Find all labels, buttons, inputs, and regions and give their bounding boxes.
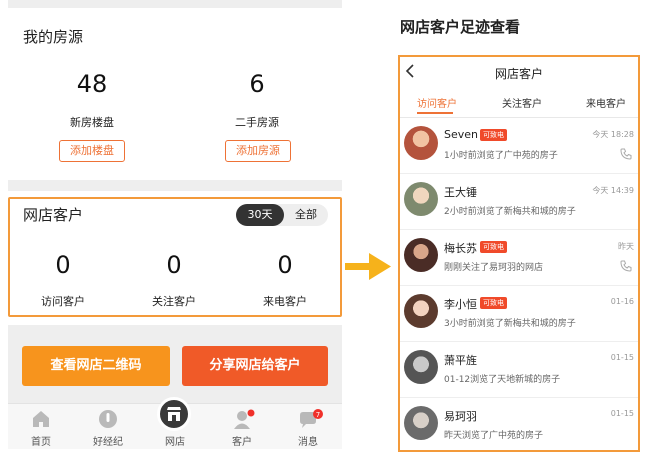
activity-time: 01-16 xyxy=(610,297,634,306)
view-qr-button[interactable]: 查看网店二维码 xyxy=(22,346,170,386)
add-listing-button[interactable]: 添加房源 xyxy=(225,140,291,162)
customer-activity: 01-12浏览了天地新城的房子 xyxy=(444,375,561,385)
activity-time: 01-15 xyxy=(610,409,634,418)
customer-activity: 2小时前浏览了新梅共和城的房子 xyxy=(444,207,576,217)
store-icon xyxy=(167,407,181,421)
avatar xyxy=(404,126,438,160)
tab-call-customers[interactable]: 来电客户 xyxy=(586,95,626,110)
activity-time: 今天 14:39 xyxy=(592,186,634,195)
tab-home-label: 首页 xyxy=(31,437,51,448)
callable-badge: 可致电 xyxy=(480,129,507,141)
phone-icon[interactable] xyxy=(620,148,632,160)
message-badge: 7 xyxy=(316,411,320,419)
customer-name: 王大锤 xyxy=(444,186,477,199)
customer-row[interactable]: Seven 可致电 1小时前浏览了广中苑的房子 今天 18:28 xyxy=(400,118,638,174)
store-button[interactable] xyxy=(157,397,191,431)
home-icon xyxy=(33,411,49,427)
customer-row[interactable]: 易珂羽 昨天浏览了广中苑的房子 01-15 xyxy=(400,398,638,450)
second-hand-label: 二手房源 xyxy=(235,116,279,129)
tab-visit-customers[interactable]: 访问客户 xyxy=(417,95,457,110)
page-heading: 网店客户足迹查看 xyxy=(400,18,521,36)
tab-customers[interactable]: 客户 xyxy=(212,404,272,450)
avatar xyxy=(404,406,438,440)
callable-badge: 可致电 xyxy=(480,241,507,253)
message-icon: 7 xyxy=(300,409,323,428)
second-hand-count: 6 xyxy=(249,70,265,98)
listings-title: 我的房源 xyxy=(23,28,84,46)
activity-time: 昨天 xyxy=(618,242,634,251)
tab-messages[interactable]: 7 消息 xyxy=(278,404,338,450)
period-all[interactable]: 全部 xyxy=(284,204,328,226)
avatar xyxy=(404,238,438,272)
tab-follow-customers[interactable]: 关注客户 xyxy=(502,95,542,110)
customer-name: Seven xyxy=(444,128,478,141)
tab-customers-label: 客户 xyxy=(232,437,252,448)
tab-home[interactable]: 首页 xyxy=(11,404,71,450)
share-shop-button[interactable]: 分享网店给客户 xyxy=(182,346,328,386)
customer-row[interactable]: 梅长苏 可致电 刚刚关注了易珂羽的网店 昨天 xyxy=(400,230,638,286)
customer-name: 萧平旌 xyxy=(444,354,477,367)
tab-store-label: 网店 xyxy=(165,437,185,448)
active-tab-indicator xyxy=(417,112,453,114)
screen-title: 网店客户 xyxy=(494,67,543,81)
customer-row[interactable]: 萧平旌 01-12浏览了天地新城的房子 01-15 xyxy=(400,342,638,398)
new-homes-count: 48 xyxy=(76,70,108,98)
customer-row[interactable]: 李小恒 可致电 3小时前浏览了新梅共和城的房子 01-16 xyxy=(400,286,638,342)
period-30-days[interactable]: 30天 xyxy=(236,204,284,226)
callable-badge: 可致电 xyxy=(480,297,507,309)
phone-icon[interactable] xyxy=(620,260,632,272)
tab-agent-label: 好经纪 xyxy=(93,437,123,448)
activity-time: 01-15 xyxy=(610,353,634,362)
section-divider xyxy=(8,180,342,191)
activity-time: 今天 18:28 xyxy=(592,130,634,139)
customer-activity: 1小时前浏览了广中苑的房子 xyxy=(444,151,558,161)
avatar xyxy=(404,182,438,216)
arrow-icon xyxy=(345,253,391,280)
tab-agent[interactable]: 好经纪 xyxy=(78,404,138,450)
customer-activity: 刚刚关注了易珂羽的网店 xyxy=(444,263,544,273)
customer-name: 梅长苏 xyxy=(444,242,477,255)
add-new-home-button[interactable]: 添加楼盘 xyxy=(59,140,125,162)
customer-row[interactable]: 王大锤 2小时前浏览了新梅共和城的房子 今天 14:39 xyxy=(400,174,638,230)
period-toggle[interactable]: 30天 全部 xyxy=(236,204,328,226)
tab-messages-label: 消息 xyxy=(298,437,318,448)
customer-icon xyxy=(234,409,255,429)
avatar xyxy=(404,350,438,384)
new-homes-label: 新房楼盘 xyxy=(70,116,114,129)
customer-name: 李小恒 xyxy=(444,298,477,311)
shop-customers-screen: 网店客户 访问客户 关注客户 来电客户 Seven 可致电 1小时前浏览了广中苑… xyxy=(398,55,640,452)
customer-activity: 3小时前浏览了新梅共和城的房子 xyxy=(444,319,576,329)
avatar xyxy=(404,294,438,328)
top-divider xyxy=(8,0,342,8)
customer-name: 易珂羽 xyxy=(444,410,477,423)
agent-icon xyxy=(99,410,117,428)
customer-activity: 昨天浏览了广中苑的房子 xyxy=(444,431,544,441)
